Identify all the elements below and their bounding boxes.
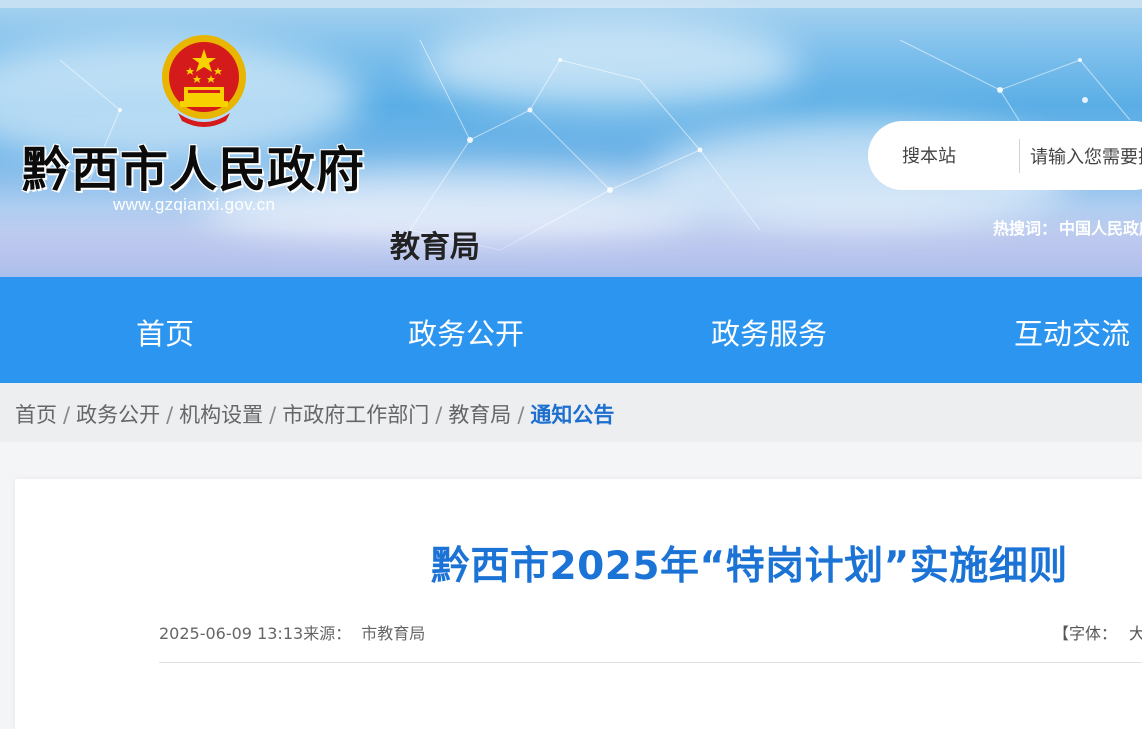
breadcrumb-item-home[interactable]: 首页: [15, 403, 57, 427]
breadcrumb: 首页 / 政务公开 / 机构设置 / 市政府工作部门 / 教育局 / 通知公告: [0, 383, 1142, 442]
site-url: www.gzqianxi.gov.cn: [113, 195, 276, 214]
font-size-large-button[interactable]: 大: [1129, 624, 1142, 643]
breadcrumb-separator: /: [269, 403, 277, 427]
breadcrumb-item-education-bureau[interactable]: 教育局: [448, 403, 511, 427]
breadcrumb-item-current[interactable]: 通知公告: [530, 403, 614, 427]
article-card: 黔西市2025年“特岗计划”实施细则 2025-06-09 13:13来源： 市教…: [15, 479, 1142, 729]
article-meta: 2025-06-09 13:13来源： 市教育局: [159, 620, 425, 644]
breadcrumb-separator: /: [517, 403, 525, 427]
header-banner: 黔西市人民政府 www.gzqianxi.gov.cn 教育局 搜本站 热搜词：…: [0, 0, 1142, 277]
font-size-control: 【字体： 大: [1053, 620, 1142, 644]
content-area: 黔西市2025年“特岗计划”实施细则 2025-06-09 13:13来源： 市教…: [0, 442, 1142, 729]
article-title: 黔西市2025年“特岗计划”实施细则: [431, 544, 1068, 589]
breadcrumb-item-institutions[interactable]: 机构设置: [179, 403, 263, 427]
article-source: 市教育局: [361, 624, 426, 643]
breadcrumb-item-gov-affairs-public[interactable]: 政务公开: [76, 403, 160, 427]
article-source-label: 来源：: [303, 624, 352, 643]
national-emblem-icon: [162, 35, 246, 127]
nav-item-home[interactable]: 首页: [136, 311, 194, 353]
breadcrumb-separator: /: [435, 403, 443, 427]
article-datetime: 2025-06-09 13:13: [159, 624, 304, 643]
hot-search-words: 热搜词：中国人民政府: [993, 215, 1142, 239]
site-title: 黔西市人民政府: [22, 142, 366, 198]
search-input[interactable]: [1028, 138, 1142, 176]
breadcrumb-separator: /: [63, 403, 71, 427]
breadcrumb-trail: 首页 / 政务公开 / 机构设置 / 市政府工作部门 / 教育局 / 通知公告: [15, 399, 614, 429]
breadcrumb-item-departments[interactable]: 市政府工作部门: [282, 403, 429, 427]
font-size-label: 【字体：: [1053, 624, 1118, 643]
search-box: 搜本站: [868, 121, 1142, 190]
city-skyline-decoration: [0, 228, 1142, 277]
breadcrumb-separator: /: [166, 403, 174, 427]
nav-item-gov-services[interactable]: 政务服务: [711, 311, 827, 353]
search-divider: [1019, 139, 1020, 173]
nav-item-interaction[interactable]: 互动交流: [1014, 311, 1130, 353]
search-scope-selector[interactable]: 搜本站: [902, 142, 956, 168]
meta-divider: [159, 662, 1142, 663]
nav-item-gov-affairs-public[interactable]: 政务公开: [408, 311, 524, 353]
department-name: 教育局: [390, 230, 480, 265]
hot-words-label: 热搜词：: [993, 219, 1058, 238]
main-nav: 首页 政务公开 政务服务 互动交流: [0, 277, 1142, 383]
hot-word-link[interactable]: 中国人民政府: [1059, 219, 1142, 238]
